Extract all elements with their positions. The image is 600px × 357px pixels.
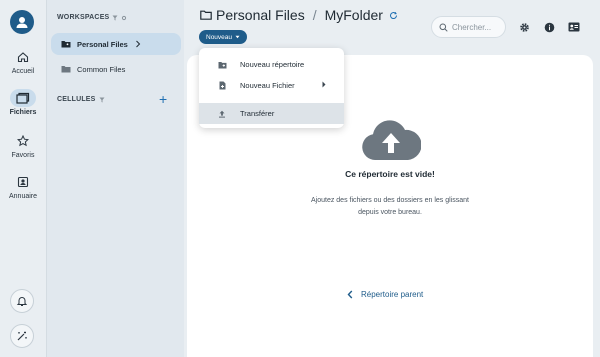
cells-title: CELLULES <box>57 96 96 103</box>
empty-state-title: Ce répertoire est vide! <box>345 169 435 179</box>
folder-icon <box>61 66 71 73</box>
settings-button[interactable] <box>517 20 531 34</box>
workspace-personal-files[interactable]: Personal Files <box>51 33 181 55</box>
cloud-upload-icon <box>362 120 421 160</box>
folders-icon <box>16 92 30 104</box>
new-folder-icon <box>218 61 226 68</box>
chevron-right-icon[interactable] <box>135 40 141 48</box>
chevron-left-icon <box>347 290 353 299</box>
breadcrumb-separator: / <box>312 7 317 23</box>
menu-item-label: Transférer <box>240 109 275 118</box>
menu-item-upload[interactable]: Transférer <box>199 103 344 124</box>
rail-item-label: Accueil <box>11 68 35 75</box>
user-icon <box>16 17 28 28</box>
cells-header: CELLULES <box>57 96 105 103</box>
parent-folder-link[interactable]: Répertoire parent <box>347 290 423 299</box>
refresh-icon[interactable] <box>389 11 398 20</box>
folder-user-icon <box>61 41 71 48</box>
breadcrumb-item[interactable]: Personal Files <box>216 7 305 23</box>
filter-icon[interactable] <box>99 97 105 103</box>
workspace-label: Common Files <box>77 64 126 74</box>
menu-item-new-folder[interactable]: Nouveau répertoire <box>199 54 344 75</box>
avatar[interactable] <box>10 10 34 34</box>
caret-down-icon <box>235 35 240 39</box>
breadcrumb: Personal Files / MyFolder <box>200 7 398 23</box>
id-card-icon <box>568 22 580 32</box>
menu-item-new-file[interactable]: Nouveau Fichier <box>199 75 344 96</box>
workspaces-panel: WORKSPACES Personal Files Common Files C… <box>46 0 184 357</box>
menu-item-label: Nouveau Fichier <box>240 81 295 90</box>
info-button[interactable] <box>542 20 556 34</box>
rail-item-label: Annuaire <box>8 193 38 200</box>
bell-icon <box>16 297 28 306</box>
rail-item-fichiers[interactable]: Fichiers <box>0 89 46 116</box>
workspaces-title: WORKSPACES <box>57 14 110 21</box>
magic-button[interactable] <box>10 324 34 348</box>
new-button[interactable]: Nouveau <box>199 30 248 44</box>
parent-folder-label: Répertoire parent <box>361 290 424 299</box>
workspace-common-files[interactable]: Common Files <box>51 58 181 80</box>
workspace-label: Personal Files <box>77 39 128 49</box>
add-cell-button[interactable]: + <box>159 92 167 106</box>
home-icon <box>17 52 29 63</box>
rail-item-accueil[interactable]: Accueil <box>0 48 46 75</box>
new-dropdown-menu: Nouveau répertoire Nouveau Fichier Trans… <box>199 48 344 128</box>
magic-icon <box>17 331 27 341</box>
search-input[interactable]: Chercher... <box>452 23 491 32</box>
filter-icon[interactable] <box>112 15 118 21</box>
rail-item-label: Fichiers <box>9 109 37 116</box>
notifications-button[interactable] <box>10 289 34 313</box>
contacts-icon <box>17 176 29 188</box>
folder-icon <box>200 10 212 20</box>
workspaces-header: WORKSPACES <box>57 14 127 21</box>
gear-icon <box>519 22 529 32</box>
new-file-icon <box>219 81 225 90</box>
search-box[interactable]: Chercher... <box>431 16 506 38</box>
upload-icon <box>219 110 225 118</box>
star-icon <box>17 135 29 147</box>
menu-item-label: Nouveau répertoire <box>240 60 305 69</box>
search-icon <box>439 23 448 32</box>
breadcrumb-current: MyFolder <box>324 7 383 23</box>
nav-rail: Accueil Fichiers Favoris Annuaire <box>0 0 46 357</box>
gear-icon[interactable] <box>121 15 127 21</box>
submenu-arrow-icon <box>322 81 326 88</box>
rail-item-annuaire[interactable]: Annuaire <box>0 173 46 200</box>
info-icon <box>544 22 554 32</box>
new-button-label: Nouveau <box>206 33 233 41</box>
rail-item-favoris[interactable]: Favoris <box>0 132 46 159</box>
rail-item-label: Favoris <box>11 152 35 159</box>
empty-state-text: Ajoutez des fichiers ou des dossiers en … <box>311 197 469 216</box>
profile-card-button[interactable] <box>567 20 581 34</box>
